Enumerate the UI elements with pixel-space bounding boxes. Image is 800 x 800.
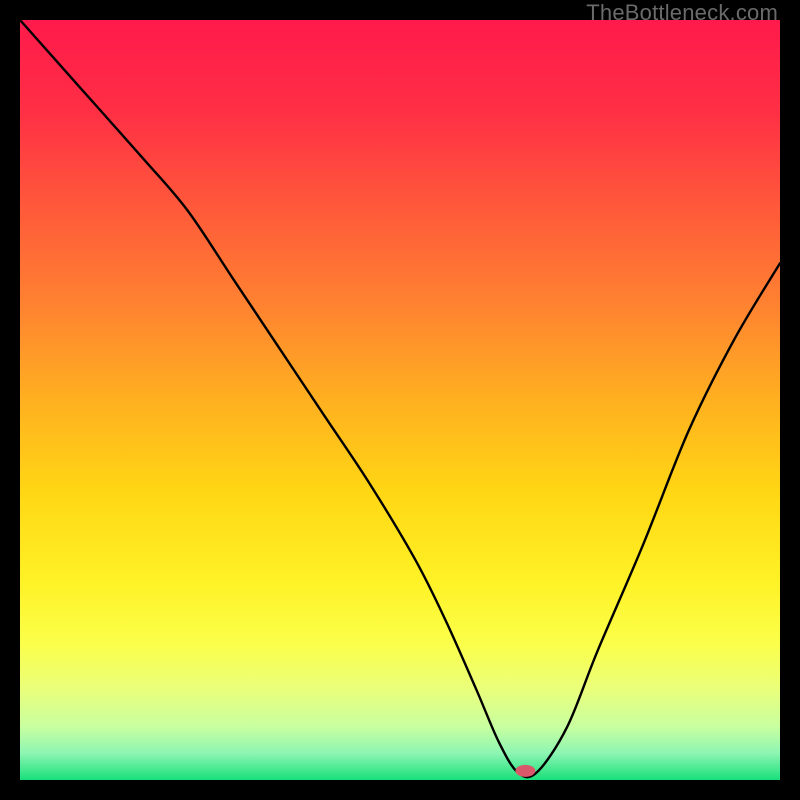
chart-frame: TheBottleneck.com xyxy=(0,0,800,800)
optimal-point-marker xyxy=(515,765,535,777)
gradient-background xyxy=(20,20,780,780)
chart-plot-area xyxy=(20,20,780,780)
chart-svg xyxy=(20,20,780,780)
